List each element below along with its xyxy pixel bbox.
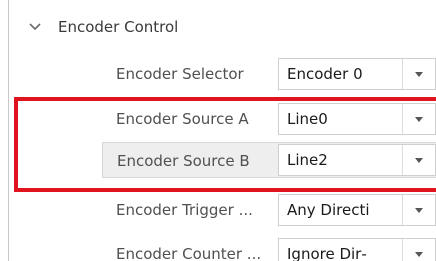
dropdown-value: Any Directi [287, 201, 370, 219]
encoder-source-b-dropdown[interactable]: Line2 [278, 144, 436, 176]
dropdown-caret-icon [415, 116, 423, 122]
property-label: Encoder Trigger ... [116, 201, 253, 219]
dropdown-value: Line0 [287, 110, 328, 128]
property-row-encoder-selector: Encoder Selector Encoder 0 [102, 56, 436, 92]
dropdown-value: Line2 [287, 151, 328, 169]
encoder-control-section-header[interactable]: Encoder Control [28, 14, 178, 40]
dropdown-button[interactable] [403, 59, 435, 89]
dropdown-button[interactable] [403, 195, 435, 225]
dropdown-button[interactable] [403, 145, 435, 175]
property-label: Encoder Counter ... [116, 245, 262, 261]
property-row-encoder-counter: Encoder Counter ... Ignore Dir‐ [102, 236, 436, 261]
dropdown-value: Encoder 0 [287, 65, 363, 83]
encoder-selector-dropdown[interactable]: Encoder 0 [278, 58, 436, 90]
dropdown-caret-icon [415, 207, 423, 213]
property-label: Encoder Source B [117, 152, 250, 170]
dropdown-caret-icon [415, 157, 423, 163]
property-row-encoder-trigger: Encoder Trigger ... Any Directi [102, 192, 436, 228]
encoder-source-a-dropdown[interactable]: Line0 [278, 103, 436, 135]
panel-divider [8, 0, 9, 261]
dropdown-caret-icon [415, 251, 423, 257]
dropdown-value: Ignore Dir‐ [287, 245, 367, 261]
property-row-encoder-source-b: Encoder Source B Line2 [102, 142, 436, 178]
dropdown-caret-icon [415, 71, 423, 77]
property-label: Encoder Selector [116, 65, 244, 83]
dropdown-button[interactable] [403, 239, 435, 261]
section-title: Encoder Control [58, 18, 179, 36]
property-row-encoder-source-a: Encoder Source A Line0 [102, 101, 436, 137]
encoder-trigger-dropdown[interactable]: Any Directi [278, 194, 436, 226]
dropdown-button[interactable] [403, 104, 435, 134]
property-panel: Encoder Control Encoder Selector Encoder… [0, 0, 436, 261]
chevron-down-icon[interactable] [28, 20, 42, 34]
property-label: Encoder Source A [116, 110, 249, 128]
encoder-counter-dropdown[interactable]: Ignore Dir‐ [278, 238, 436, 261]
